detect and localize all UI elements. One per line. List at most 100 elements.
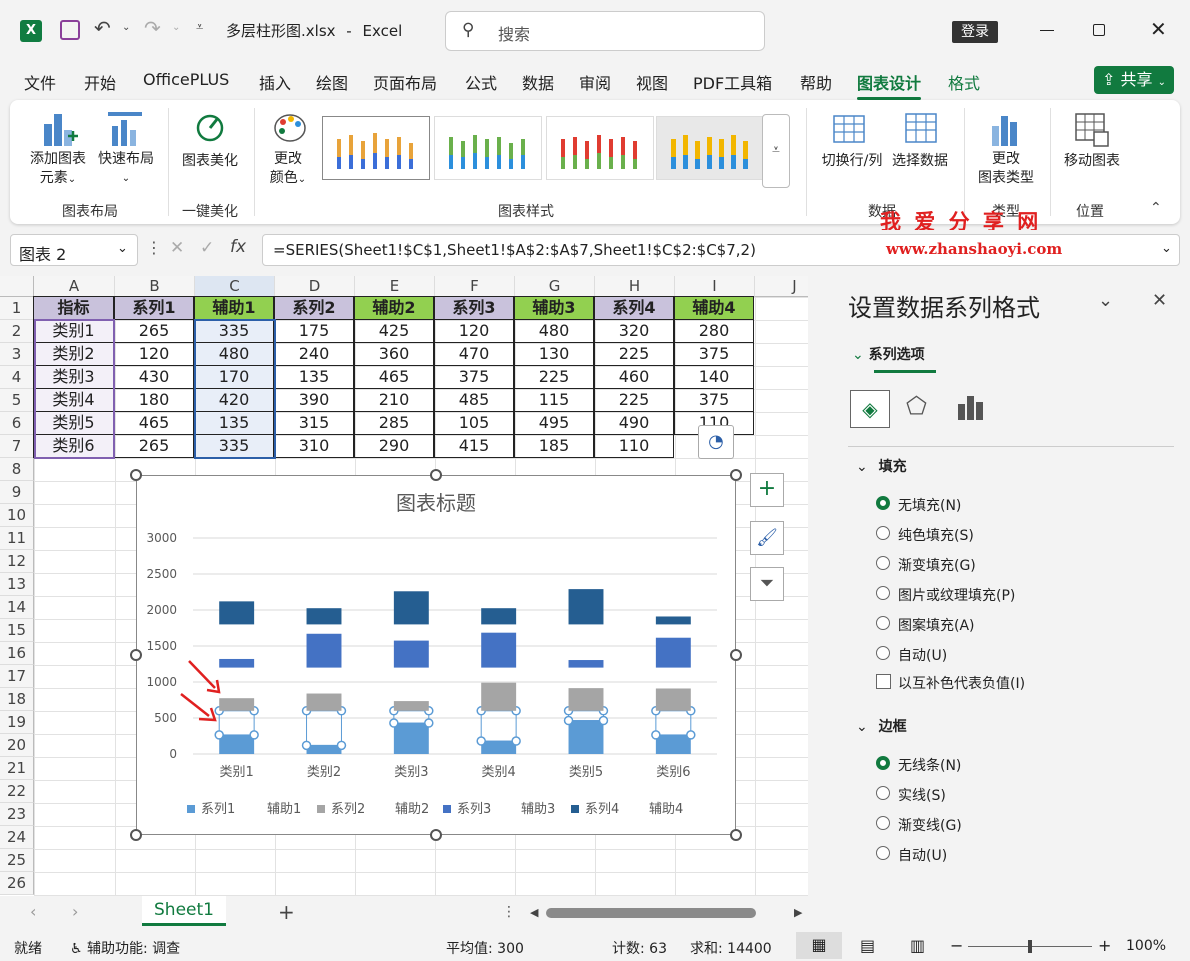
border-section-header[interactable]: ⌄ 边框 — [856, 716, 907, 736]
table-cell[interactable]: 480 — [194, 342, 274, 366]
row-header[interactable]: 25 — [0, 849, 34, 872]
table-cell[interactable]: 425 — [354, 319, 434, 343]
menu-formulas[interactable]: 公式 — [465, 70, 497, 94]
save-icon[interactable] — [60, 20, 80, 40]
table-cell[interactable]: 460 — [594, 365, 674, 389]
add-sheet-button[interactable]: + — [278, 900, 295, 924]
fill-line-icon[interactable]: ◈ — [850, 390, 890, 428]
radio-button[interactable] — [876, 586, 890, 600]
radio-button[interactable] — [876, 646, 890, 660]
column-header[interactable]: B — [115, 276, 195, 297]
undo-icon[interactable]: ↶ — [94, 16, 111, 40]
zoom-in-icon[interactable]: + — [1098, 936, 1111, 955]
row-header[interactable]: 5 — [0, 389, 34, 412]
row-header[interactable]: 3 — [0, 343, 34, 366]
page-break-view-icon[interactable]: ▥ — [910, 936, 925, 955]
row-header[interactable]: 9 — [0, 481, 34, 504]
radio-button[interactable] — [876, 526, 890, 540]
chart-resize-handle[interactable] — [730, 469, 742, 481]
table-cell[interactable]: 185 — [514, 434, 594, 458]
table-cell[interactable]: 420 — [194, 388, 274, 412]
add-chart-element-button[interactable]: 添加图表 元素⌄ — [26, 150, 90, 189]
row-header[interactable]: 26 — [0, 872, 34, 895]
redo-icon[interactable]: ↷ — [144, 16, 161, 40]
row-header[interactable]: 13 — [0, 573, 34, 596]
change-chart-type-button[interactable]: 更改 图表类型 — [970, 150, 1042, 188]
table-cell[interactable]: 375 — [434, 365, 514, 389]
table-cell[interactable]: 类别6 — [33, 434, 114, 458]
table-cell[interactable]: 115 — [514, 388, 594, 412]
column-header[interactable]: H — [595, 276, 675, 297]
table-cell[interactable]: 485 — [434, 388, 514, 412]
menu-data[interactable]: 数据 — [522, 70, 554, 94]
column-header[interactable]: E — [355, 276, 435, 297]
chart-style-2[interactable] — [434, 116, 542, 180]
column-header[interactable]: G — [515, 276, 595, 297]
table-header-cell[interactable]: 系列2 — [274, 296, 354, 320]
column-header[interactable]: I — [675, 276, 755, 297]
table-cell[interactable]: 135 — [194, 411, 274, 435]
series-options-tab[interactable]: ⌄ 系列选项 — [852, 344, 925, 364]
enter-icon[interactable]: ✓ — [200, 238, 214, 258]
menu-draw[interactable]: 绘图 — [316, 70, 348, 94]
zoom-level[interactable]: 100% — [1126, 938, 1166, 954]
table-cell[interactable]: 类别3 — [33, 365, 114, 389]
table-cell[interactable]: 225 — [594, 342, 674, 366]
table-cell[interactable]: 225 — [514, 365, 594, 389]
table-header-cell[interactable]: 系列4 — [594, 296, 674, 320]
table-cell[interactable]: 335 — [194, 434, 274, 458]
close-window-icon[interactable]: ✕ — [1150, 17, 1167, 41]
chart-filters-button[interactable]: ⏷ — [750, 567, 784, 601]
status-sum[interactable]: 求和: 14400 — [690, 938, 772, 958]
table-cell[interactable]: 225 — [594, 388, 674, 412]
row-header[interactable]: 21 — [0, 757, 34, 780]
menu-insert[interactable]: 插入 — [259, 70, 291, 94]
panel-options-icon[interactable]: ⌄ — [1098, 290, 1113, 311]
table-cell[interactable]: 375 — [674, 388, 754, 412]
switch-row-column-button[interactable]: 切换行/列 — [814, 150, 890, 170]
table-cell[interactable]: 390 — [274, 388, 354, 412]
table-cell[interactable]: 320 — [594, 319, 674, 343]
row-header[interactable]: 11 — [0, 527, 34, 550]
minimize-icon[interactable] — [1040, 30, 1054, 31]
table-cell[interactable]: 240 — [274, 342, 354, 366]
fill-section-header[interactable]: ⌄ 填充 — [856, 456, 907, 476]
column-header[interactable]: F — [435, 276, 515, 297]
move-chart-button[interactable]: 移动图表 — [1056, 150, 1128, 170]
column-header[interactable]: J — [755, 276, 808, 297]
select-all-corner[interactable] — [0, 276, 34, 297]
share-button[interactable]: ⇪ 共享 ⌄ — [1094, 66, 1174, 94]
table-cell[interactable]: 415 — [434, 434, 514, 458]
row-header[interactable]: 8 — [0, 458, 34, 481]
table-cell[interactable]: 490 — [594, 411, 674, 435]
table-cell[interactable]: 470 — [434, 342, 514, 366]
table-cell[interactable]: 285 — [354, 411, 434, 435]
chart-resize-handle[interactable] — [130, 649, 142, 661]
chart-resize-handle[interactable] — [430, 829, 442, 841]
table-cell[interactable]: 110 — [594, 434, 674, 458]
row-header[interactable]: 14 — [0, 596, 34, 619]
menu-file[interactable]: 文件 — [24, 70, 56, 94]
customize-toolbar-icon[interactable]: ⩡ — [196, 20, 203, 35]
accessibility-status[interactable]: ♿ 辅助功能: 调查 — [70, 938, 180, 958]
chart-styles-button[interactable]: 🖌 — [750, 521, 784, 555]
row-header[interactable]: 7 — [0, 435, 34, 458]
more-options-icon[interactable]: ⋮ — [146, 238, 162, 257]
search-box[interactable]: ⚲ 搜索 — [445, 11, 765, 51]
table-cell[interactable]: 265 — [114, 434, 194, 458]
chart-beautify-button[interactable]: 图表美化 — [176, 150, 244, 170]
table-cell[interactable]: 335 — [194, 319, 274, 343]
radio-button[interactable] — [876, 786, 890, 800]
row-header[interactable]: 19 — [0, 711, 34, 734]
table-cell[interactable]: 315 — [274, 411, 354, 435]
page-layout-view-icon[interactable]: ▤ — [860, 936, 875, 955]
table-cell[interactable]: 105 — [434, 411, 514, 435]
table-header-cell[interactable]: 指标 — [33, 296, 114, 320]
table-cell[interactable]: 135 — [274, 365, 354, 389]
zoom-slider-thumb[interactable] — [1028, 940, 1032, 953]
table-cell[interactable]: 290 — [354, 434, 434, 458]
chart-resize-handle[interactable] — [430, 469, 442, 481]
radio-button[interactable] — [876, 756, 890, 770]
scroll-left-icon[interactable]: ◀ — [530, 906, 538, 919]
menu-view[interactable]: 视图 — [636, 70, 668, 94]
